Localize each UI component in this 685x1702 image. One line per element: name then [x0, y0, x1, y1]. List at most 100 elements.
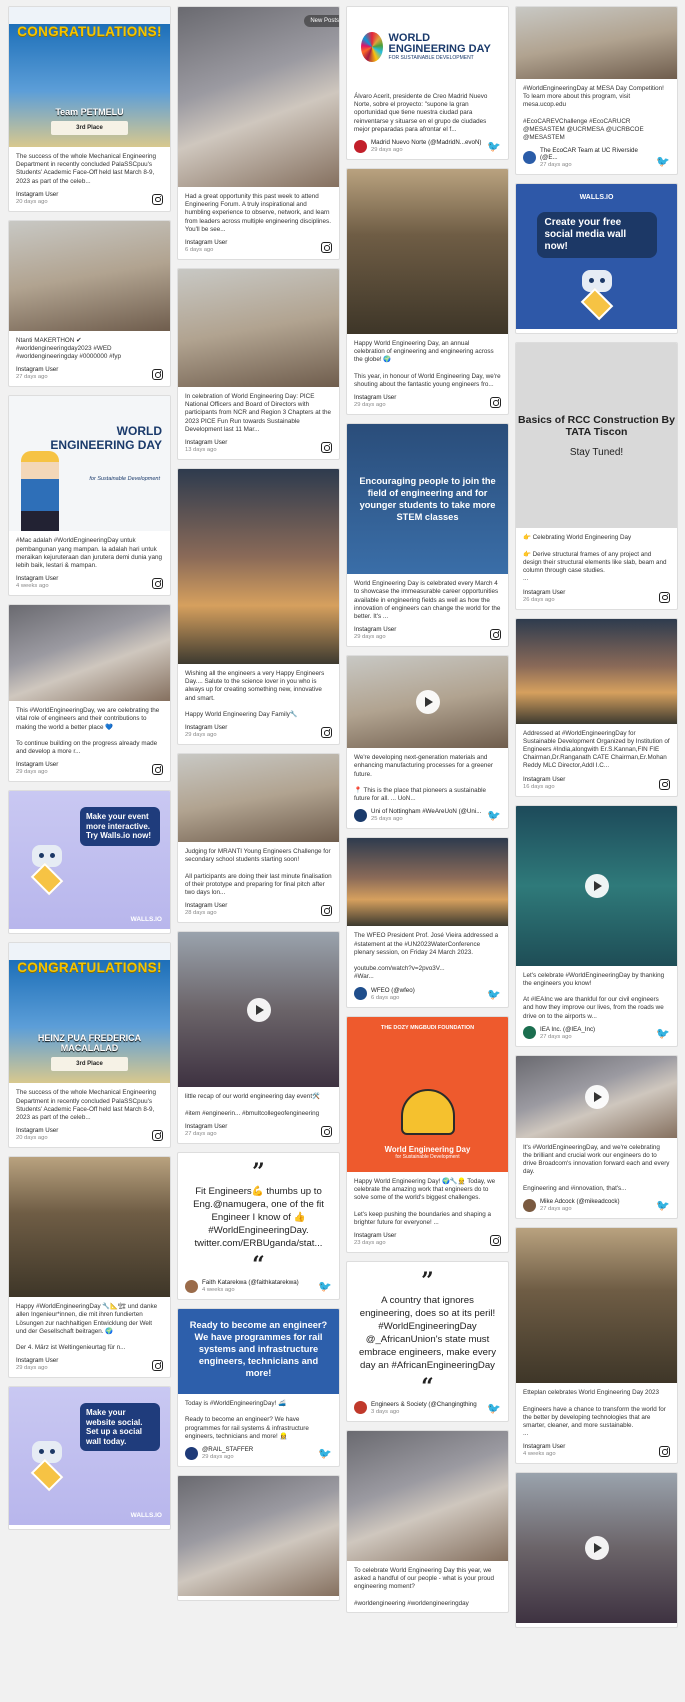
post-video[interactable] [516, 805, 677, 966]
post-card[interactable]: ” A country that ignores engineering, doe… [346, 1260, 509, 1422]
post-video[interactable] [516, 1055, 677, 1138]
instagram-icon[interactable] [152, 1130, 163, 1142]
post-card[interactable]: #WorldEngineeringDay at MESA Day Competi… [515, 6, 678, 176]
post-image[interactable] [9, 1157, 170, 1298]
instagram-icon[interactable] [152, 193, 163, 205]
instagram-icon[interactable] [659, 591, 670, 603]
post-image[interactable] [516, 618, 677, 724]
post-card[interactable]: ” Fit Engineers💪 thumbs up to Eng.@namuge… [177, 1152, 340, 1301]
instagram-icon[interactable] [321, 442, 332, 454]
post-author[interactable]: Instagram User [185, 902, 227, 909]
post-author[interactable]: Uni of Nottingham #WeAreUoN (@Uni... [371, 808, 481, 815]
post-card[interactable] [177, 1475, 340, 1602]
post-card[interactable]: In celebration of World Engineering Day:… [177, 268, 340, 461]
new-posts-button[interactable]: New Posts [304, 15, 339, 27]
post-image[interactable] [347, 838, 508, 927]
post-image[interactable] [516, 7, 677, 79]
avatar[interactable] [185, 1446, 198, 1460]
instagram-icon[interactable] [152, 578, 163, 590]
avatar[interactable] [354, 808, 367, 822]
instagram-icon[interactable] [321, 1126, 332, 1138]
post-video[interactable] [347, 656, 508, 749]
post-image[interactable]: WORLD ENGINEERING DAY FOR SUSTAINABLE DEV… [347, 7, 508, 87]
post-card[interactable]: We're developing next-generation materia… [346, 655, 509, 830]
twitter-icon[interactable]: 🐦 [487, 1403, 501, 1415]
post-author[interactable]: Instagram User [185, 239, 227, 246]
twitter-icon[interactable]: 🐦 [318, 1282, 332, 1293]
avatar[interactable] [523, 151, 536, 165]
post-card[interactable]: Ready to become an engineer? We have pro… [177, 1308, 340, 1468]
post-image[interactable] [516, 1228, 677, 1384]
post-author[interactable]: @RAIL_STAFFER [202, 1446, 253, 1453]
instagram-icon[interactable] [659, 1446, 670, 1458]
twitter-icon[interactable]: 🐦 [656, 157, 670, 168]
instagram-icon[interactable] [152, 369, 163, 381]
post-card[interactable]: Addressed at #WorldEngineeringDay for Su… [515, 617, 678, 797]
post-card[interactable]: WALLS.IO Create your free social media wa… [515, 183, 678, 335]
post-card[interactable]: To celebrate World Engineering Day this … [346, 1429, 509, 1613]
post-image[interactable]: CONGRATULATIONS! HEINZ PUA FREDERICA MACA… [9, 943, 170, 1084]
play-icon[interactable] [584, 1084, 609, 1109]
post-card[interactable]: Happy #WorldEngineeringDay 🔧📐🏗 und danke… [8, 1156, 171, 1379]
post-card[interactable]: WORLD ENGINEERING DAY FOR SUSTAINABLE DEV… [346, 6, 509, 161]
post-author[interactable]: Instagram User [16, 1127, 58, 1134]
post-author[interactable]: Mike Adcock (@mikeadcock) [540, 1198, 620, 1205]
play-icon[interactable] [584, 1536, 609, 1561]
play-icon[interactable] [584, 873, 609, 898]
post-image[interactable]: Basics of RCC Construction By TATA Tisco… [516, 343, 677, 529]
post-card[interactable]: Happy World Engineering Day, an annual c… [346, 168, 509, 416]
post-card[interactable]: Ntanti MAKERTHON ✔ #worldengineeringday2… [8, 219, 171, 388]
instagram-icon[interactable] [490, 629, 501, 641]
post-card[interactable] [515, 1472, 678, 1629]
instagram-icon[interactable] [321, 242, 332, 254]
avatar[interactable] [354, 139, 367, 153]
post-author[interactable]: Instagram User [185, 439, 227, 446]
post-card[interactable]: Encouraging people to join the field of … [346, 423, 509, 648]
post-card[interactable]: The WFEO President Prof. José Vieira add… [346, 837, 509, 1008]
post-author[interactable]: Instagram User [354, 1232, 396, 1239]
post-image[interactable]: CONGRATULATIONS! Team PETMELU 3rd Place [9, 7, 170, 147]
post-card[interactable]: New Posts Had a great opportunity this pa… [177, 6, 340, 261]
twitter-icon[interactable]: 🐦 [656, 1201, 670, 1212]
walls-promo[interactable]: Make your website social. Set up a socia… [9, 1387, 170, 1526]
post-author[interactable]: Instagram User [16, 761, 58, 768]
post-author[interactable]: Instagram User [523, 1443, 565, 1450]
twitter-icon[interactable]: 🐦 [487, 142, 501, 153]
post-author[interactable]: Instagram User [185, 1123, 227, 1130]
post-author[interactable]: The EcoCAR Team at UC Riverside (@E... [540, 147, 656, 161]
post-image[interactable]: THE DOZY MNGBUDI FOUNDATION World Enginee… [347, 1016, 508, 1172]
post-image[interactable]: Encouraging people to join the field of … [347, 424, 508, 575]
instagram-icon[interactable] [321, 727, 332, 739]
avatar[interactable] [185, 1279, 198, 1293]
avatar[interactable] [523, 1198, 536, 1212]
instagram-icon[interactable] [152, 1360, 163, 1372]
post-image[interactable] [347, 169, 508, 335]
twitter-icon[interactable]: 🐦 [656, 1028, 670, 1040]
instagram-icon[interactable] [152, 764, 163, 776]
post-author[interactable]: Instagram User [354, 394, 396, 401]
post-image[interactable] [178, 469, 339, 665]
post-card[interactable]: Let's celebrate #WorldEngineeringDay by … [515, 804, 678, 1047]
post-card[interactable]: This #WorldEngineeringDay, we are celebr… [8, 604, 171, 783]
post-author[interactable]: Instagram User [185, 724, 227, 731]
play-icon[interactable] [246, 997, 271, 1022]
post-author[interactable]: Instagram User [16, 575, 58, 582]
post-image[interactable]: New Posts [178, 7, 339, 187]
twitter-icon[interactable]: 🐦 [487, 989, 501, 1001]
post-card[interactable]: WORLD ENGINEERING DAY for Sustainable Dev… [8, 395, 171, 597]
avatar[interactable] [354, 1401, 367, 1415]
post-video[interactable] [516, 1473, 677, 1624]
post-image[interactable] [9, 220, 170, 331]
post-image[interactable] [9, 605, 170, 702]
post-video[interactable] [178, 932, 339, 1088]
post-card[interactable]: Etteplan celebrates World Engineering Da… [515, 1227, 678, 1465]
post-author[interactable]: Instagram User [523, 776, 565, 783]
post-image[interactable]: Ready to become an engineer? We have pro… [178, 1309, 339, 1395]
post-image[interactable] [178, 754, 339, 843]
post-author[interactable]: Engineers & Society (@Changingthing [371, 1401, 477, 1408]
post-card[interactable]: Basics of RCC Construction By TATA Tisco… [515, 342, 678, 610]
walls-promo[interactable]: WALLS.IO Create your free social media wa… [516, 184, 677, 330]
post-card[interactable]: It's #WorldEngineeringDay, and we're cel… [515, 1054, 678, 1220]
instagram-icon[interactable] [659, 778, 670, 790]
post-card[interactable]: little recap of our world engineering da… [177, 931, 340, 1145]
